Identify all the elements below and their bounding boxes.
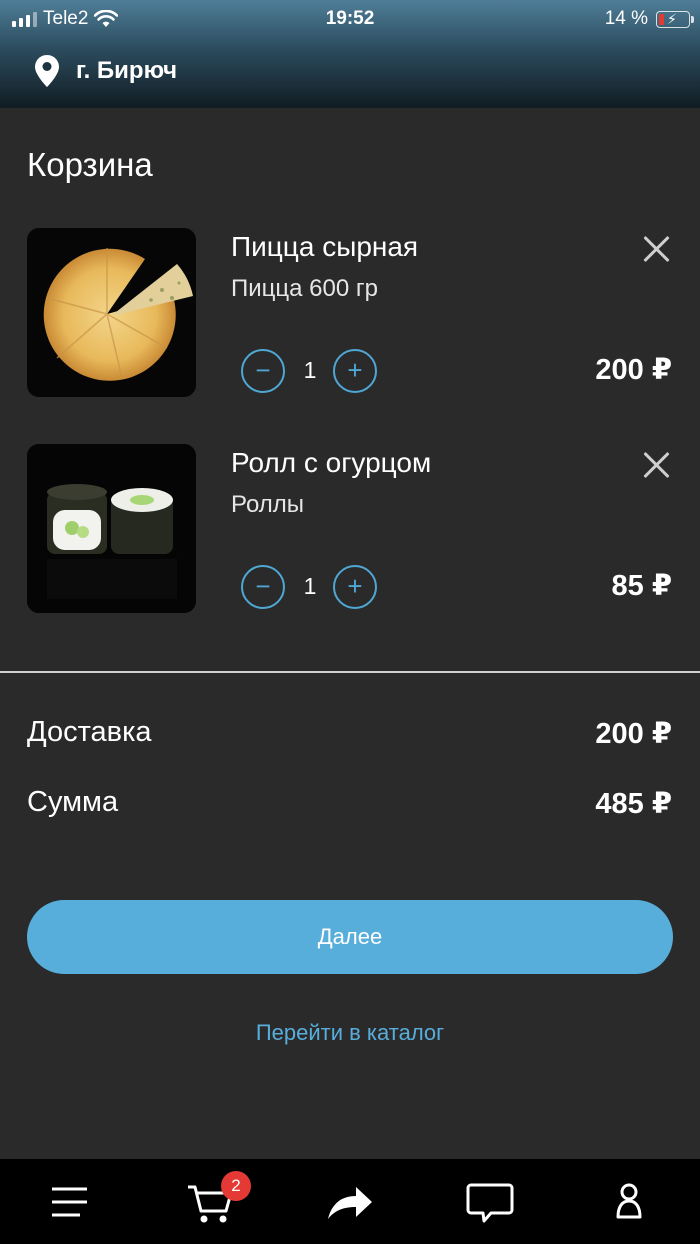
- location-selector[interactable]: г. Бирюч: [34, 54, 177, 88]
- page-title: Корзина: [27, 146, 153, 183]
- clock: 19:52: [325, 8, 375, 29]
- product-description: Роллы: [231, 491, 305, 518]
- delivery-label: Доставка: [27, 716, 152, 748]
- share-icon: [328, 1187, 372, 1219]
- total-row: Сумма 485 ₽: [27, 786, 672, 820]
- tab-share[interactable]: [320, 1177, 380, 1227]
- remove-item-button[interactable]: [643, 451, 671, 479]
- tab-chat[interactable]: [460, 1177, 520, 1227]
- quantity-stepper: − 1 +: [241, 349, 381, 393]
- go-to-catalog-link[interactable]: Перейти в каталог: [0, 1020, 700, 1046]
- quantity-value: 1: [303, 357, 317, 383]
- map-pin-icon: [35, 55, 59, 87]
- status-bar: Tele2 19:52 14 % ⚡: [0, 0, 700, 38]
- battery-icon: ⚡: [656, 10, 694, 28]
- decrease-quantity-button[interactable]: −: [241, 349, 285, 393]
- next-button[interactable]: Далее: [27, 900, 673, 974]
- increase-quantity-button[interactable]: +: [333, 565, 377, 609]
- product-image-pizza[interactable]: [27, 228, 196, 397]
- status-right: 14 % ⚡: [604, 8, 694, 30]
- tab-profile[interactable]: [600, 1177, 660, 1227]
- decrease-quantity-button[interactable]: −: [241, 565, 285, 609]
- cart-badge: 2: [221, 1171, 251, 1201]
- delivery-row: Доставка 200 ₽: [27, 716, 672, 750]
- product-name: Ролл с огурцом: [231, 447, 432, 478]
- app-header: Tele2 19:52 14 % ⚡ г. Бирюч: [0, 0, 700, 108]
- tab-bar: 2: [0, 1159, 700, 1244]
- total-label: Сумма: [27, 786, 119, 818]
- tab-menu[interactable]: [40, 1177, 100, 1227]
- profile-icon: [616, 1183, 642, 1219]
- product-image-roll[interactable]: [27, 444, 196, 613]
- delivery-value: 200 ₽: [595, 718, 672, 750]
- quantity-value: 1: [303, 573, 317, 599]
- menu-icon: [52, 1187, 87, 1217]
- remove-item-button[interactable]: [643, 235, 671, 263]
- product-name: Пицца сырная: [231, 231, 419, 262]
- cart-item: Пицца сырная Пицца 600 гр − 1 + 200 ₽: [0, 228, 700, 398]
- chat-icon: [466, 1183, 514, 1223]
- item-price: 200 ₽: [595, 354, 672, 386]
- divider: [0, 671, 700, 673]
- product-description: Пицца 600 гр: [231, 275, 378, 302]
- increase-quantity-button[interactable]: +: [333, 349, 377, 393]
- cart-item: Ролл с огурцом Роллы − 1 + 85 ₽: [0, 444, 700, 614]
- total-value: 485 ₽: [595, 788, 672, 820]
- item-price: 85 ₽: [611, 570, 673, 602]
- quantity-stepper: − 1 +: [241, 565, 381, 609]
- location-label: г. Бирюч: [76, 57, 178, 84]
- battery-percent: 14 %: [604, 8, 648, 29]
